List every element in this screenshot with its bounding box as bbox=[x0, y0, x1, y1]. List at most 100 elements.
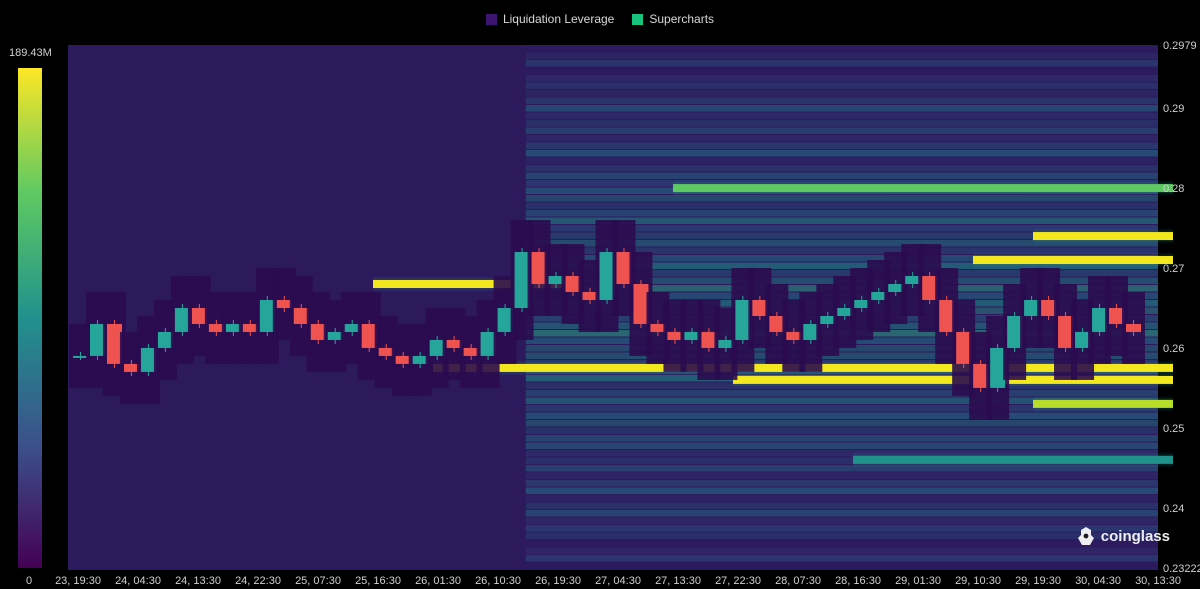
heatmap-cell-strip bbox=[525, 562, 1158, 569]
price-candle bbox=[89, 323, 105, 356]
liquidation-band bbox=[1033, 399, 1173, 408]
x-tick-label: 23, 19:30 bbox=[55, 575, 101, 587]
price-candle bbox=[667, 331, 683, 340]
price-candle bbox=[106, 323, 122, 364]
price-candle bbox=[803, 323, 819, 340]
heatmap-cell-strip bbox=[525, 555, 1158, 562]
price-candle bbox=[395, 355, 411, 364]
x-tick-label: 26, 10:30 bbox=[475, 575, 521, 587]
price-candle bbox=[820, 315, 836, 324]
price-candle bbox=[174, 307, 190, 332]
price-candle bbox=[718, 339, 734, 348]
price-candle bbox=[1075, 331, 1091, 348]
price-candle bbox=[616, 252, 632, 284]
price-candle bbox=[769, 315, 785, 332]
heatmap-cell-strip bbox=[525, 150, 1158, 157]
price-candle bbox=[140, 347, 156, 372]
price-candle bbox=[497, 307, 513, 332]
price-candle bbox=[1041, 299, 1057, 316]
x-tick-label: 25, 07:30 bbox=[295, 575, 341, 587]
x-tick-label: 29, 19:30 bbox=[1015, 575, 1061, 587]
price-candle bbox=[735, 299, 751, 340]
heatmap-cell-strip bbox=[525, 127, 1158, 134]
x-tick-label: 25, 16:30 bbox=[355, 575, 401, 587]
y-tick-label: 0.27 bbox=[1163, 263, 1184, 275]
price-candle bbox=[344, 323, 360, 332]
heatmap-cell-strip bbox=[525, 427, 1158, 434]
price-candle bbox=[412, 355, 428, 364]
x-tick-label: 24, 04:30 bbox=[115, 575, 161, 587]
x-tick-label: 27, 22:30 bbox=[715, 575, 761, 587]
price-candle bbox=[582, 291, 598, 300]
x-tick-label: 27, 13:30 bbox=[655, 575, 701, 587]
price-candle bbox=[480, 331, 496, 356]
price-candle bbox=[871, 291, 887, 300]
heatmap-cell-strip bbox=[525, 142, 1158, 149]
y-tick-label: 0.23222 bbox=[1163, 563, 1200, 575]
price-candle bbox=[446, 339, 462, 348]
price-candle bbox=[1007, 315, 1023, 348]
heatmap-cell-strip bbox=[525, 210, 1158, 217]
price-candle bbox=[939, 299, 955, 332]
heatmap-cell-strip bbox=[525, 547, 1158, 554]
heatmap-cell-strip bbox=[525, 540, 1158, 547]
price-candle bbox=[514, 252, 530, 308]
heatmap-cell-strip bbox=[525, 165, 1158, 172]
heatmap-cell-strip bbox=[525, 510, 1158, 517]
heatmap-cell-strip bbox=[525, 112, 1158, 119]
y-tick-label: 0.25 bbox=[1163, 423, 1184, 435]
x-tick-label: 26, 19:30 bbox=[535, 575, 581, 587]
liquidation-band bbox=[673, 184, 1173, 193]
price-candle bbox=[123, 363, 139, 372]
heatmap-cell-strip bbox=[525, 502, 1158, 509]
price-candle bbox=[293, 307, 309, 324]
price-candle bbox=[208, 323, 224, 332]
heatmap-cell-strip bbox=[525, 420, 1158, 427]
price-candle bbox=[361, 323, 377, 348]
y-tick-label: 0.2979 bbox=[1163, 40, 1197, 52]
price-candle bbox=[837, 307, 853, 316]
price-candle bbox=[990, 347, 1006, 388]
x-tick-label: 29, 01:30 bbox=[895, 575, 941, 587]
price-candle bbox=[973, 363, 989, 388]
price-candle bbox=[463, 347, 479, 356]
y-axis: 0.2979 0.29 0.28 0.27 0.26 0.25 0.24 0.23222 bbox=[1163, 40, 1200, 575]
price-candle bbox=[922, 276, 938, 300]
heatmap-cell-strip bbox=[525, 67, 1158, 74]
price-candle bbox=[276, 299, 292, 308]
x-tick-label: 28, 07:30 bbox=[775, 575, 821, 587]
coinglass-brand: coinglass bbox=[1077, 526, 1170, 546]
heatmap-cell-strip bbox=[525, 52, 1158, 59]
coinglass-logo-icon bbox=[1077, 527, 1094, 545]
heatmap-cell-strip bbox=[525, 435, 1158, 442]
price-candle bbox=[1024, 299, 1040, 316]
price-candle bbox=[956, 331, 972, 364]
price-candle bbox=[1126, 323, 1141, 332]
liquidation-band bbox=[973, 256, 1173, 265]
price-candle bbox=[650, 323, 666, 332]
liquidation-band bbox=[853, 455, 1173, 464]
price-candle bbox=[786, 331, 802, 340]
heatmap-cell-strip bbox=[525, 75, 1158, 82]
heatmap-cell-strip bbox=[525, 487, 1158, 494]
x-tick-label: 30, 04:30 bbox=[1075, 575, 1121, 587]
heatmap-cell-strip bbox=[525, 480, 1158, 487]
heatmap-cell-strip bbox=[525, 525, 1158, 532]
y-tick-label: 0.24 bbox=[1163, 503, 1184, 515]
price-candle bbox=[429, 339, 445, 356]
price-candle bbox=[888, 283, 904, 292]
heatmap-cell-strip bbox=[525, 157, 1158, 164]
price-candle bbox=[633, 283, 649, 324]
price-candle bbox=[599, 252, 615, 300]
price-candle bbox=[191, 307, 207, 324]
price-candle bbox=[1092, 307, 1108, 332]
heatmap-cell-strip bbox=[525, 390, 1158, 397]
price-candle bbox=[854, 299, 870, 308]
heatmap-cell-strip bbox=[525, 105, 1158, 112]
price-candle bbox=[752, 299, 768, 316]
heatmap-cell-strip bbox=[525, 172, 1158, 179]
y-tick-label: 0.28 bbox=[1163, 183, 1184, 195]
price-candle bbox=[905, 276, 921, 284]
price-candle bbox=[242, 323, 258, 332]
x-tick-label: 26, 01:30 bbox=[415, 575, 461, 587]
